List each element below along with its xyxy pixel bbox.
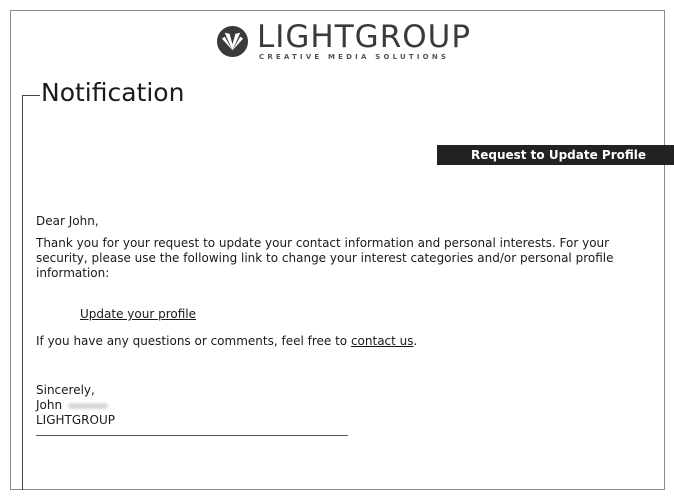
brand-tagline: CREATIVE MEDIA SOLUTIONS	[259, 53, 450, 61]
redacted-surname	[68, 402, 109, 409]
questions-suffix: .	[413, 334, 418, 348]
title-rule-vertical	[22, 95, 23, 490]
questions-line: If you have any questions or comments, f…	[36, 334, 417, 349]
brand-logo: LIGHTGROUP CREATIVE MEDIA SOLUTIONS	[216, 22, 471, 61]
brand-name: LIGHTGROUP	[257, 19, 472, 55]
contact-us-link[interactable]: contact us	[351, 334, 414, 348]
questions-prefix: If you have any questions or comments, f…	[36, 334, 351, 348]
signature-block: Sincerely, John LIGHTGROUP	[36, 383, 115, 428]
message-paragraph: Thank you for your request to update you…	[36, 236, 614, 280]
title-rule-horizontal	[22, 95, 40, 96]
signature-rule	[36, 435, 348, 436]
signer-company: LIGHTGROUP	[36, 413, 115, 427]
brand-wordmark: LIGHTGROUP CREATIVE MEDIA SOLUTIONS	[257, 22, 471, 61]
page-title: Notification	[41, 78, 185, 107]
update-profile-link[interactable]: Update your profile	[80, 307, 196, 321]
signer-name-line: John	[36, 398, 115, 413]
greeting: Dear John,	[36, 214, 99, 228]
signer-first-name: John	[36, 398, 63, 412]
section-banner-label: Request to Update Profile	[470, 148, 647, 162]
lightgroup-logo-icon	[216, 25, 249, 58]
section-banner: Request to Update Profile	[437, 145, 674, 165]
closing: Sincerely,	[36, 383, 95, 397]
